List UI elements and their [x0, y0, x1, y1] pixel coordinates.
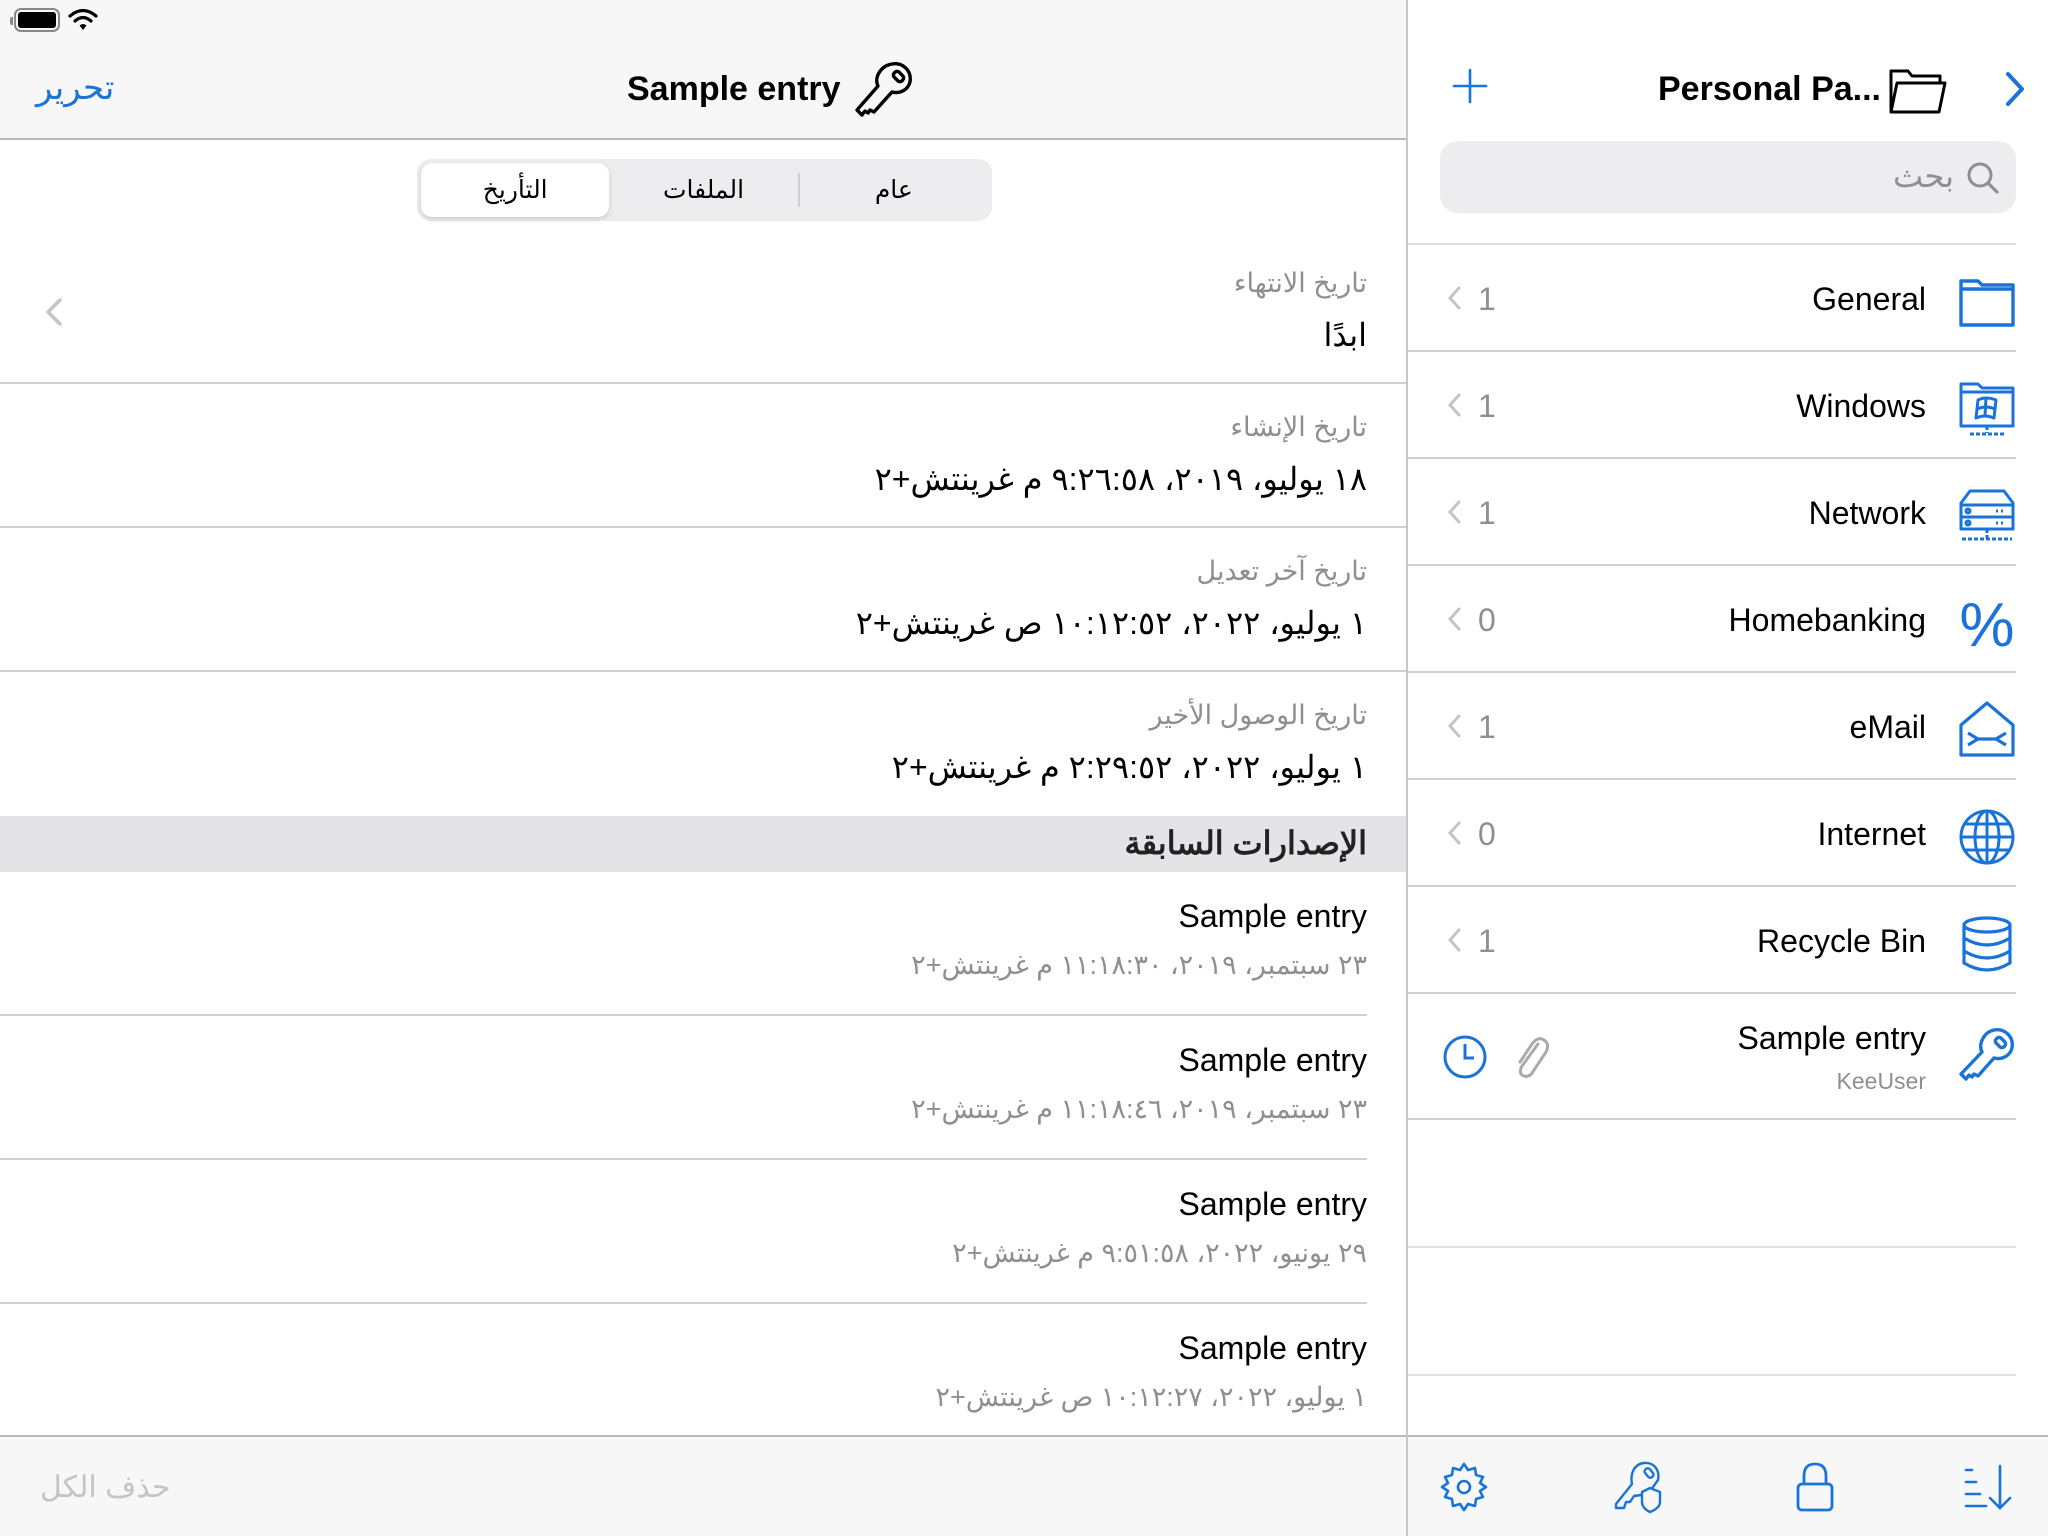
field-label: تاريخ الإنشاء	[1230, 412, 1367, 442]
svg-text:%: %	[1959, 594, 2014, 652]
history-item[interactable]: Sample entry ٢٣ سبتمبر، ٢٠١٩، ١١:١٨:٤٦ م…	[0, 1016, 1367, 1160]
clock-history-icon	[1443, 1035, 1487, 1079]
group-name: Recycle Bin	[1757, 923, 1926, 959]
group-count: 0	[1478, 602, 1496, 638]
group-count: 1	[1478, 495, 1496, 531]
history-item-title: Sample entry	[1178, 1330, 1367, 1366]
field-label: تاريخ الانتهاء	[1233, 268, 1367, 298]
wifi-icon	[68, 8, 98, 30]
group-count: 0	[1478, 816, 1496, 852]
field-value: ١٨ يوليو، ٢٠١٩، ٩:٢٦:٥٨ م غرينتش+٢	[874, 461, 1367, 497]
folder-icon	[1959, 279, 2015, 327]
field-value: ابدًا	[1323, 317, 1367, 353]
tab-general[interactable]: عام	[800, 163, 988, 217]
empty-row	[1408, 1120, 2016, 1248]
edit-button[interactable]: تحرير	[36, 68, 114, 108]
history-item-date: ٢٣ سبتمبر، ٢٠١٩، ١١:١٨:٣٠ م غرينتش+٢	[911, 950, 1367, 980]
field-expiry: تاريخ الانتهاء ابدًا	[0, 240, 1407, 384]
chevron-left-icon	[1447, 607, 1461, 631]
history-item-title: Sample entry	[1178, 1042, 1367, 1078]
entry-row-sample-entry[interactable]: Sample entry KeeUser	[1408, 994, 2016, 1120]
group-row-general[interactable]: 1 General	[1408, 245, 2016, 352]
group-count: 1	[1478, 709, 1496, 745]
tab-segmented-control: عام الملفات التأريخ	[417, 159, 992, 221]
field-value: ١ يوليو، ٢٠٢٢، ٢:٢٩:٥٢ م غرينتش+٢	[891, 749, 1367, 785]
percent-icon: %	[1959, 594, 2014, 652]
database-toolbar	[1408, 1435, 2048, 1536]
group-name: Network	[1808, 495, 1926, 531]
server-icon	[1959, 489, 2015, 541]
chevron-left-icon	[1447, 928, 1461, 952]
search-input[interactable]: بحث	[1440, 141, 2016, 213]
gear-icon[interactable]	[1437, 1460, 1491, 1514]
entry-title: Sample entry	[627, 70, 841, 108]
field-modified: تاريخ آخر تعديل ١ يوليو، ٢٠٢٢، ١٠:١٢:٥٢ …	[0, 528, 1407, 672]
group-row-network[interactable]: 1 Network	[1408, 459, 2016, 566]
tab-history[interactable]: التأريخ	[421, 163, 610, 217]
delete-all-button[interactable]: حذف الكل	[40, 1470, 171, 1505]
folder-icon	[1889, 69, 1947, 114]
search-icon	[1967, 162, 1999, 194]
entry-username: KeeUser	[1836, 1068, 1926, 1094]
tab-files-label: الملفات	[662, 176, 745, 204]
history-item-title: Sample entry	[1178, 1186, 1367, 1222]
history-item-title: Sample entry	[1178, 898, 1367, 934]
group-name: Homebanking	[1728, 602, 1926, 638]
database-icon	[1962, 916, 2012, 972]
tab-files[interactable]: الملفات	[609, 163, 797, 217]
chevron-right-icon[interactable]	[2004, 70, 2026, 108]
windows-folder-icon	[1959, 382, 2015, 436]
field-accessed: تاريخ الوصول الأخير ١ يوليو، ٢٠٢٢، ٢:٢٩:…	[0, 672, 1407, 816]
history-item[interactable]: Sample entry ٢٣ سبتمبر، ٢٠١٩، ١١:١٨:٣٠ م…	[0, 872, 1367, 1016]
previous-versions-header: الإصدارات السابقة	[0, 816, 1407, 872]
field-label: تاريخ آخر تعديل	[1196, 556, 1368, 586]
history-item-date: ٢٣ سبتمبر، ٢٠١٩، ١١:١٨:٤٦ م غرينتش+٢	[911, 1094, 1367, 1124]
chevron-left-icon	[1447, 714, 1461, 738]
key-icon	[855, 62, 912, 117]
group-row-internet[interactable]: 0 Internet	[1408, 780, 2016, 887]
group-name: General	[1812, 281, 1926, 317]
envelope-open-icon	[1959, 701, 2015, 757]
group-count: 1	[1478, 388, 1496, 424]
tab-history-label: التأريخ	[482, 176, 548, 204]
search-placeholder: بحث	[1893, 158, 1954, 194]
chevron-left-icon	[1447, 821, 1461, 845]
chevron-left-icon	[1447, 286, 1461, 310]
group-row-homebanking[interactable]: 0 Homebanking %	[1408, 566, 2016, 673]
entry-toolbar	[0, 1435, 1407, 1536]
group-row-email[interactable]: 1 eMail	[1408, 673, 2016, 780]
empty-row	[1408, 1248, 2016, 1376]
field-value: ١ يوليو، ٢٠٢٢، ١٠:١٢:٥٢ ص غرينتش+٢	[855, 605, 1367, 641]
history-item-date: ١ يوليو، ٢٠٢٢، ١٠:١٢:٢٧ ص غرينتش+٢	[935, 1382, 1367, 1412]
group-name: Internet	[1817, 816, 1926, 852]
tab-general-label: عام	[874, 176, 913, 204]
group-row-recycle-bin[interactable]: 1 Recycle Bin	[1408, 887, 2016, 994]
field-created: تاريخ الإنشاء ١٨ يوليو، ٢٠١٩، ٩:٢٦:٥٨ م …	[0, 384, 1407, 528]
history-item[interactable]: Sample entry ١ يوليو، ٢٠٢٢، ١٠:١٢:٢٧ ص غ…	[0, 1304, 1367, 1435]
globe-icon	[1959, 809, 2015, 865]
sort-icon[interactable]	[1962, 1460, 2016, 1514]
group-count: 1	[1478, 281, 1496, 317]
plus-icon[interactable]	[1452, 68, 1488, 104]
group-count: 1	[1478, 923, 1496, 959]
history-item[interactable]: Sample entry ٢٩ يونيو، ٢٠٢٢، ٩:٥١:٥٨ م غ…	[0, 1160, 1367, 1304]
lock-icon[interactable]	[1788, 1460, 1842, 1514]
chevron-left-icon	[1447, 393, 1461, 417]
field-label: تاريخ الوصول الأخير	[1149, 700, 1367, 730]
status-bar-left	[10, 8, 98, 32]
section-title: الإصدارات السابقة	[1124, 825, 1367, 861]
battery-icon	[10, 8, 60, 32]
history-item-date: ٢٩ يونيو، ٢٠٢٢، ٩:٥١:٥٨ م غرينتش+٢	[952, 1238, 1367, 1268]
database-title: Personal Pa...	[1658, 70, 1881, 108]
group-row-windows[interactable]: 1 Windows	[1408, 352, 2016, 459]
key-shield-icon[interactable]	[1612, 1460, 1666, 1514]
group-name: eMail	[1849, 709, 1926, 745]
paperclip-icon	[1518, 1037, 1550, 1078]
group-name: Windows	[1796, 388, 1926, 424]
entry-title: Sample entry	[1737, 1020, 1926, 1056]
key-icon	[1959, 1028, 2014, 1081]
chevron-left-icon	[1447, 500, 1461, 524]
